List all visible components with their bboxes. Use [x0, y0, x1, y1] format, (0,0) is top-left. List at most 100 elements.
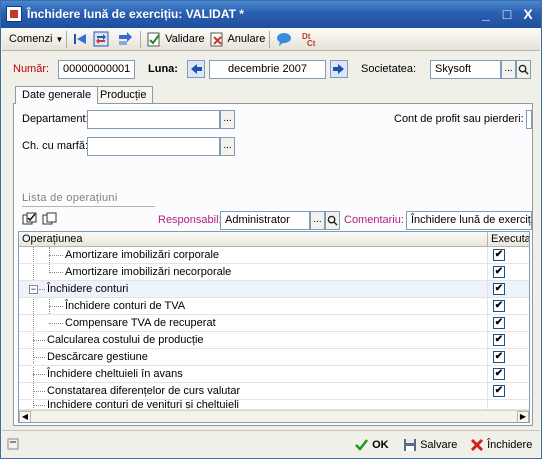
transfer-icon[interactable]: [117, 31, 133, 48]
executed-checkbox[interactable]: ✔: [493, 317, 505, 329]
executed-checkbox[interactable]: ✔: [493, 334, 505, 346]
column-header-executed[interactable]: Executat: [487, 232, 529, 247]
bottom-bar: OK Salvare Închidere: [2, 430, 540, 458]
operation-name: Închidere conturi de TVA: [65, 300, 186, 312]
minimize-button[interactable]: _: [477, 5, 495, 23]
window-title: Închidere lună de exercițiu: VALIDAT *: [27, 7, 244, 21]
tab-panel-general: Departament: ... Cont de profit sau pier…: [13, 103, 533, 426]
executed-checkbox[interactable]: ✔: [493, 300, 505, 312]
tab-date-generale[interactable]: Date generale: [15, 86, 99, 104]
luna-field[interactable]: decembrie 2007: [209, 60, 326, 79]
save-button[interactable]: Salvare: [403, 436, 457, 454]
societatea-search-button[interactable]: [516, 60, 531, 79]
responsabil-label: Responsabil:: [158, 214, 222, 226]
commands-menu[interactable]: Comenzi ▼: [9, 31, 63, 48]
title-bar[interactable]: Închidere lună de exercițiu: VALIDAT * _…: [1, 1, 541, 28]
column-header-operation[interactable]: Operațiunea: [19, 232, 83, 247]
tab-productie[interactable]: Producție: [93, 86, 154, 103]
marfa-label: Ch. cu marfă:: [22, 140, 89, 152]
debit-credit-icon[interactable]: Dt Ct: [302, 31, 318, 48]
save-label: Salvare: [420, 439, 458, 451]
search-icon: [327, 215, 338, 226]
responsabil-field[interactable]: Administrator: [220, 211, 310, 230]
luna-label: Luna:: [148, 63, 178, 75]
marfa-field[interactable]: [87, 137, 220, 156]
app-icon: [6, 6, 22, 22]
list-item[interactable]: Descărcare gestiune ✔: [19, 349, 529, 366]
list-item[interactable]: Închidere conturi de TVA ✔: [19, 298, 529, 315]
list-item[interactable]: Compensare TVA de recuperat ✔: [19, 315, 529, 332]
executed-checkbox[interactable]: ✔: [493, 283, 505, 295]
executed-checkbox[interactable]: ✔: [493, 385, 505, 397]
list-item[interactable]: Închidere conturi de venituri și cheltui…: [19, 400, 529, 410]
operation-name: Constatarea diferențelor de curs valutar: [47, 385, 241, 397]
checkmark-icon: [355, 439, 368, 451]
executed-checkbox[interactable]: ✔: [493, 249, 505, 261]
profit-label: Cont de profit sau pierderi:: [394, 113, 524, 125]
executed-checkbox[interactable]: ✔: [493, 266, 505, 278]
operation-name: Închidere conturi de venituri și cheltui…: [47, 400, 239, 410]
departament-label: Departament:: [22, 113, 89, 125]
arrow-right-icon: [333, 64, 344, 74]
comentariu-field[interactable]: Închidere lună de exercițiu: [406, 211, 532, 230]
commands-menu-label: Comenzi: [9, 33, 53, 45]
uncheck-all-icon[interactable]: [42, 212, 58, 229]
operation-name: Închidere cheltuieli în avans: [47, 368, 183, 380]
numar-label: Număr:: [13, 63, 50, 75]
marfa-browse-button[interactable]: ...: [220, 137, 235, 156]
responsabil-search-button[interactable]: [325, 211, 340, 230]
first-record-icon[interactable]: [72, 31, 88, 48]
svg-text:Ct: Ct: [307, 39, 316, 47]
horizontal-scrollbar[interactable]: ◀ ▶: [19, 410, 529, 422]
executed-checkbox[interactable]: ✔: [493, 368, 505, 380]
scroll-left-icon[interactable]: ◀: [19, 411, 31, 422]
grid-header: Operațiunea Executat: [19, 232, 529, 247]
list-item[interactable]: Calcularea costului de producție ✔: [19, 332, 529, 349]
search-icon: [518, 64, 529, 75]
close-button[interactable]: X: [519, 5, 537, 23]
validate-label: Validare: [165, 33, 205, 45]
societatea-label: Societatea:: [361, 63, 417, 75]
operations-section-title: Lista de operațiuni: [22, 192, 118, 204]
operations-grid: Operațiunea Executat Amortizare imobiliz…: [18, 231, 530, 423]
societatea-field[interactable]: Skysoft: [430, 60, 501, 79]
dropdown-arrow-icon: ▼: [55, 35, 64, 44]
collapse-icon[interactable]: −: [29, 285, 38, 294]
profit-field[interactable]: [526, 110, 532, 129]
validate-button[interactable]: Validare: [146, 31, 205, 48]
check-all-icon[interactable]: [22, 212, 38, 229]
floppy-disk-icon: [404, 439, 416, 452]
ok-button[interactable]: OK: [354, 436, 389, 454]
departament-field[interactable]: [87, 110, 220, 129]
section-divider: [22, 206, 155, 207]
scroll-right-icon[interactable]: ▶: [517, 411, 529, 422]
societatea-browse-button[interactable]: ...: [501, 60, 516, 79]
departament-browse-button[interactable]: ...: [220, 110, 235, 129]
cancel-icon: [210, 32, 223, 47]
resize-grip-icon[interactable]: [7, 438, 19, 456]
operation-name: Închidere conturi: [47, 283, 129, 295]
main-window: Închidere lună de exercițiu: VALIDAT * _…: [0, 0, 542, 459]
next-month-button[interactable]: [330, 60, 348, 78]
maximize-button[interactable]: □: [498, 5, 516, 23]
list-item[interactable]: Constatarea diferențelor de curs valutar…: [19, 383, 529, 400]
tabs-container: Date generale Producție Departament: ...…: [13, 86, 533, 426]
red-x-icon: [470, 439, 484, 452]
cancel-button[interactable]: Anulare: [209, 31, 265, 48]
arrow-left-icon: [191, 64, 202, 74]
swap-icon[interactable]: [93, 31, 109, 48]
list-item[interactable]: Amortizare imobilizări corporale ✔: [19, 247, 529, 264]
close-form-label: Închidere: [487, 439, 533, 451]
list-item[interactable]: − Închidere conturi ✔: [19, 281, 529, 298]
responsabil-browse-button[interactable]: ...: [310, 211, 325, 230]
prev-month-button[interactable]: [187, 60, 205, 78]
operation-name: Compensare TVA de recuperat: [65, 317, 216, 329]
executed-checkbox[interactable]: ✔: [493, 351, 505, 363]
numar-field[interactable]: 00000000001: [58, 60, 135, 79]
help-icon[interactable]: [276, 31, 292, 48]
list-item[interactable]: Închidere cheltuieli în avans ✔: [19, 366, 529, 383]
operation-name: Amortizare imobilizări necorporale: [65, 266, 232, 278]
list-item[interactable]: Amortizare imobilizări necorporale ✔: [19, 264, 529, 281]
ok-label: OK: [372, 439, 389, 451]
close-form-button[interactable]: Închidere: [470, 436, 532, 454]
